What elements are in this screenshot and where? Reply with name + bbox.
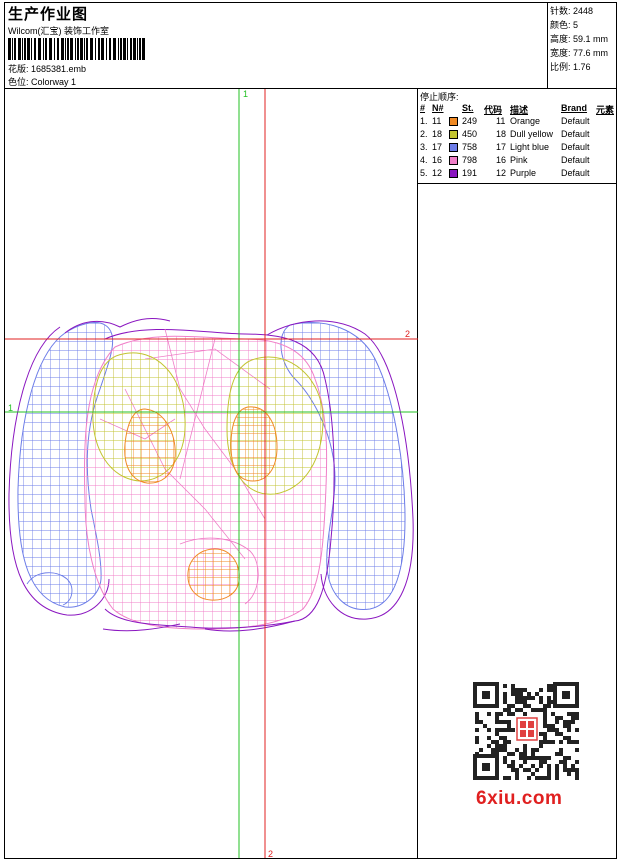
- design-canvas: 1 2 1 2: [5, 89, 418, 859]
- row-stitches: 758: [462, 142, 478, 152]
- site-watermark: 6xiu.com: [476, 788, 563, 809]
- company-name: Wilcom(汇宝) 装饰工作室: [8, 26, 109, 36]
- col-description: 描述: [510, 105, 529, 115]
- axis-label-v2: 2: [268, 849, 274, 859]
- row-code: 16: [496, 155, 507, 165]
- col-stitches: St.: [462, 103, 474, 113]
- sheet-title: 生产作业图: [8, 6, 89, 23]
- legend-row: 4. 16 798 16 Pink Default: [418, 155, 616, 168]
- design-stats: 针数: 2448 颜色: 5 高度: 59.1 mm 宽度: 77.6 mm 比…: [548, 3, 616, 89]
- color-swatch: [449, 156, 458, 165]
- axis-label-h1: 1: [8, 403, 14, 413]
- embroidery-drawing: [5, 89, 418, 858]
- axis-label-v1: 1: [243, 89, 249, 99]
- row-index: 2.: [420, 129, 428, 139]
- row-description: Dull yellow: [510, 129, 554, 139]
- design-file: 花版: 1685381.emb: [8, 64, 87, 74]
- col-code: 代码: [484, 105, 503, 115]
- row-index: 4.: [420, 155, 428, 165]
- row-stitches: 191: [462, 168, 478, 178]
- design-scale: 比例: 1.76: [550, 62, 591, 72]
- axis-label-h2: 2: [405, 329, 411, 339]
- row-brand: Default: [561, 116, 590, 126]
- design-height: 高度: 59.1 mm: [550, 34, 609, 44]
- legend-row: 5. 12 191 12 Purple Default: [418, 168, 616, 181]
- row-brand: Default: [561, 155, 590, 165]
- barcode: [8, 38, 145, 60]
- color-count: 颜色: 5: [550, 20, 579, 30]
- row-description: Purple: [510, 168, 537, 178]
- row-description: Orange: [510, 116, 541, 126]
- row-brand: Default: [561, 142, 590, 152]
- row-code: 18: [496, 129, 507, 139]
- row-needle: 12: [432, 168, 443, 178]
- legend-row: 3. 17 758 17 Light blue Default: [418, 142, 616, 155]
- row-index: 1.: [420, 116, 428, 126]
- color-swatch: [449, 130, 458, 139]
- row-code: 11: [496, 116, 506, 126]
- row-code: 12: [496, 168, 507, 178]
- row-description: Light blue: [510, 142, 550, 152]
- row-brand: Default: [561, 168, 590, 178]
- row-index: 3.: [420, 142, 428, 152]
- legend-row: 1. 11 249 11 Orange Default: [418, 116, 616, 129]
- stitch-count: 针数: 2448: [550, 6, 594, 16]
- qr-code: [471, 680, 581, 782]
- design-width: 宽度: 77.6 mm: [550, 48, 609, 58]
- colorway: 色位: Colorway 1: [8, 77, 77, 87]
- col-brand: Brand: [561, 103, 588, 113]
- row-needle: 17: [432, 142, 443, 152]
- row-stitches: 798: [462, 155, 478, 165]
- row-description: Pink: [510, 155, 528, 165]
- row-stitches: 249: [462, 116, 478, 126]
- row-needle: 16: [432, 155, 443, 165]
- legend-header: # N# St. 代码 描述 Brand 元素: [418, 103, 616, 115]
- color-swatch: [449, 143, 458, 152]
- col-needle: N#: [432, 103, 444, 113]
- col-element: 元素: [596, 105, 615, 115]
- sheet-header: 生产作业图 Wilcom(汇宝) 装饰工作室 花版: 1685381.emb 色…: [5, 3, 548, 89]
- row-stitches: 450: [462, 129, 478, 139]
- row-brand: Default: [561, 129, 590, 139]
- row-needle: 18: [432, 129, 443, 139]
- color-swatch: [449, 169, 458, 178]
- col-index: #: [420, 103, 426, 113]
- legend-title: 停止顺序:: [420, 92, 459, 102]
- row-code: 17: [496, 142, 507, 152]
- row-index: 5.: [420, 168, 428, 178]
- color-sequence-legend: 停止顺序: # N# St. 代码 描述 Brand 元素 1. 11 249 11 O…: [418, 89, 616, 184]
- color-swatch: [449, 117, 458, 126]
- row-needle: 11: [432, 116, 442, 126]
- legend-row: 2. 18 450 18 Dull yellow Default: [418, 129, 616, 142]
